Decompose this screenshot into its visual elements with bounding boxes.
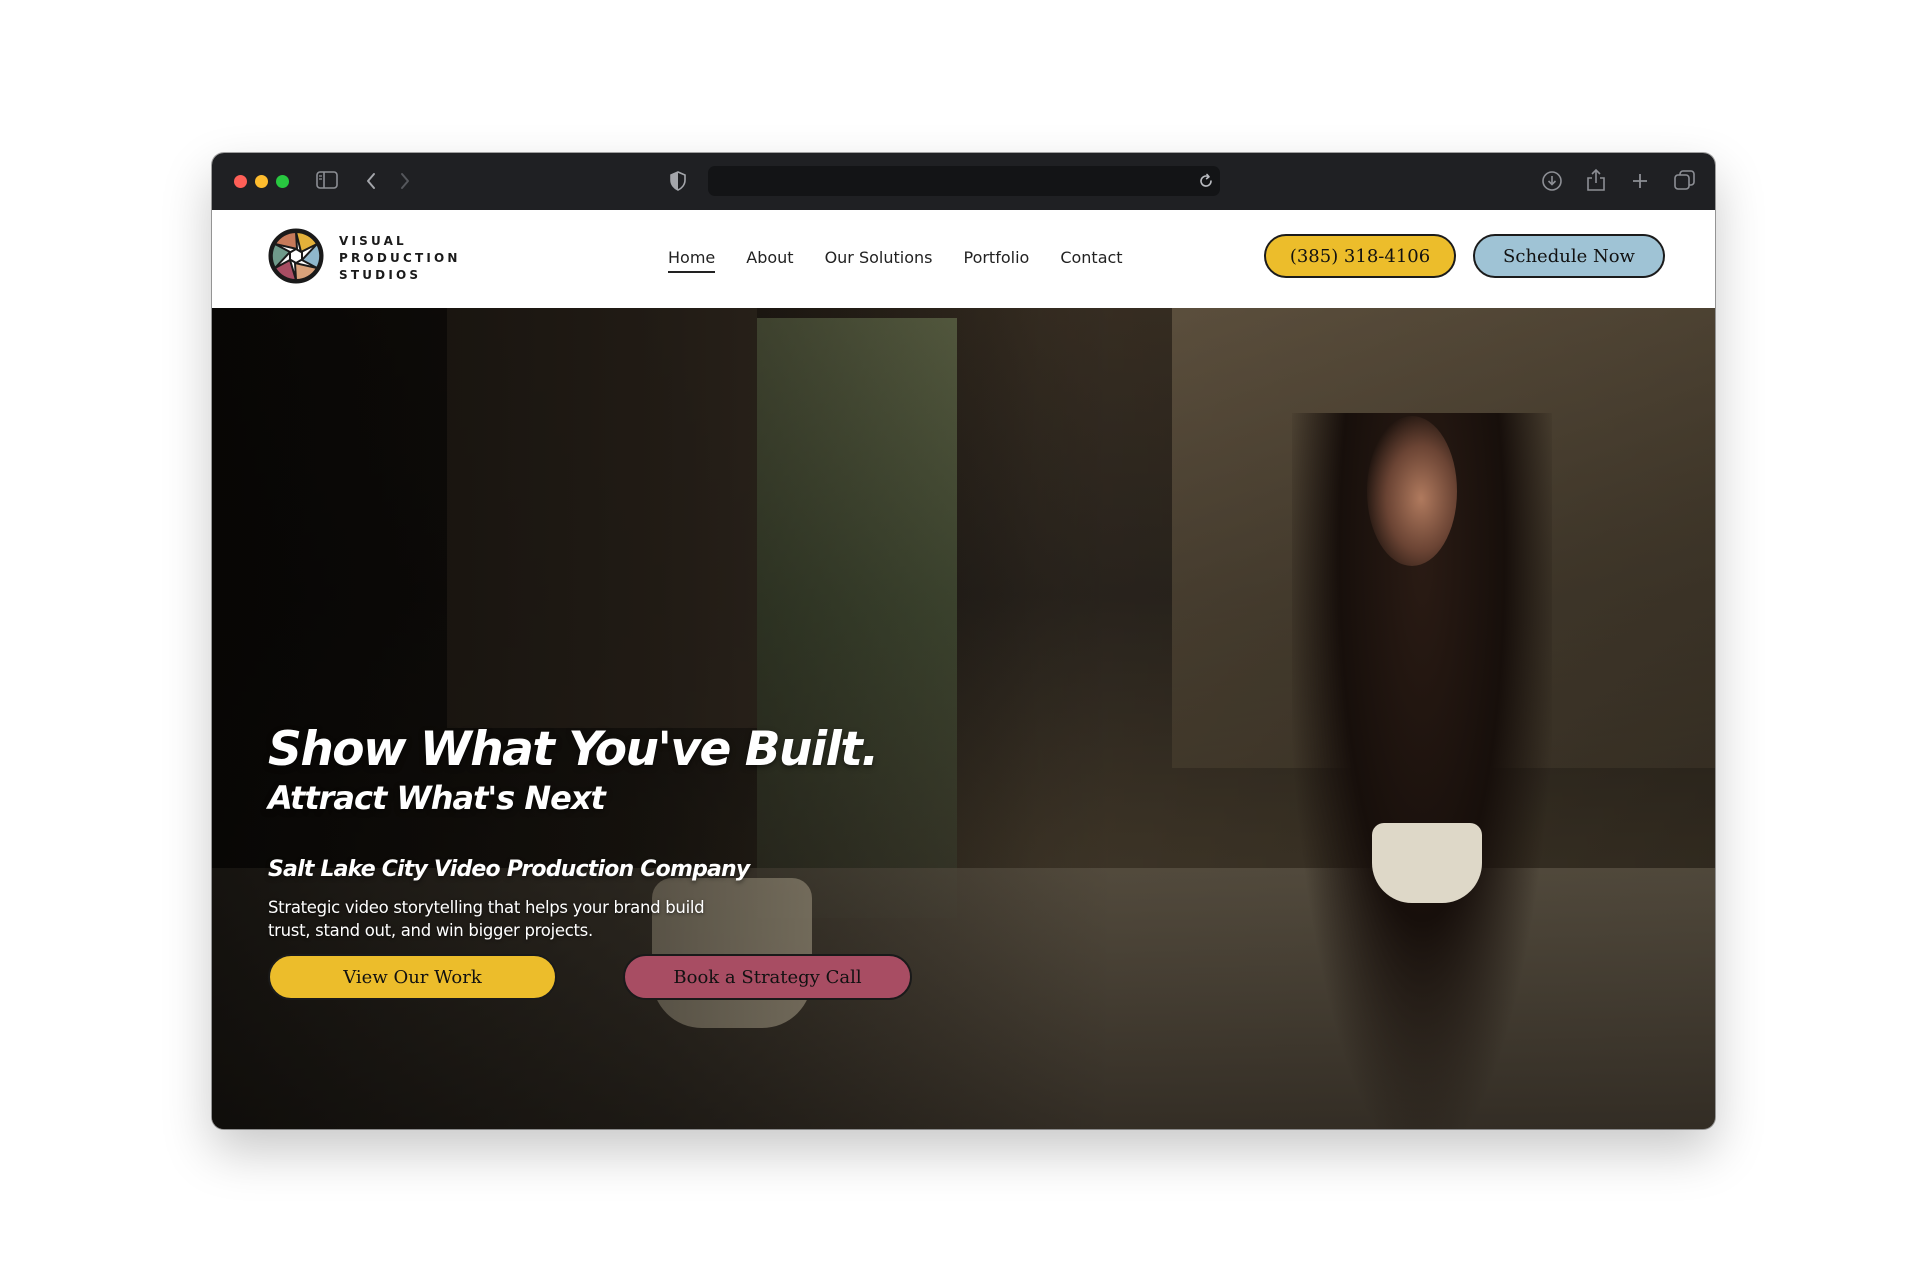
site-header: VISUAL PRODUCTION STUDIOS Home About Our… [212,210,1715,308]
close-window-button[interactable] [234,175,247,188]
new-tab-icon[interactable] [1631,172,1649,190]
downloads-icon[interactable] [1541,170,1563,192]
sidebar-toggle-icon[interactable] [316,171,338,189]
nav-our-solutions[interactable]: Our Solutions [825,248,933,273]
share-icon[interactable] [1586,168,1606,192]
phone-button[interactable]: (385) 318-4106 [1264,234,1456,278]
tab-overview-icon[interactable] [1674,170,1695,191]
maximize-window-button[interactable] [276,175,289,188]
nav-about[interactable]: About [746,248,793,273]
logo-line-2: PRODUCTION [339,251,461,265]
view-our-work-button[interactable]: View Our Work [268,954,557,1000]
logo-line-1: VISUAL [339,234,407,248]
address-bar[interactable] [708,166,1220,196]
book-strategy-call-button[interactable]: Book a Strategy Call [623,954,912,1000]
minimize-window-button[interactable] [255,175,268,188]
browser-window: VISUAL PRODUCTION STUDIOS Home About Our… [212,153,1715,1129]
logo-line-3: STUDIOS [339,268,422,282]
logo-wordmark[interactable]: VISUAL PRODUCTION STUDIOS [339,233,461,284]
schedule-now-button[interactable]: Schedule Now [1473,234,1665,278]
hero-description: Strategic video storytelling that helps … [268,898,705,940]
hero-overlay [212,308,1715,1129]
privacy-shield-icon[interactable] [670,171,686,191]
hero-subheadline: Attract What's Next [268,779,606,817]
back-arrow-icon[interactable] [365,172,377,190]
hero-section: Show What You've Built. Attract What's N… [212,308,1715,1129]
hero-headline: Show What You've Built. [268,722,879,777]
reload-icon[interactable] [1198,173,1214,189]
nav-home[interactable]: Home [668,248,716,273]
aperture-logo-icon[interactable] [268,228,324,284]
nav-portfolio[interactable]: Portfolio [963,248,1029,273]
hero-tagline: Salt Lake City Video Production Company [268,857,750,882]
main-nav: Home About Our Solutions Portfolio Conta… [668,248,1154,273]
browser-toolbar [212,153,1715,210]
nav-contact[interactable]: Contact [1060,248,1122,273]
forward-arrow-icon[interactable] [399,172,411,190]
